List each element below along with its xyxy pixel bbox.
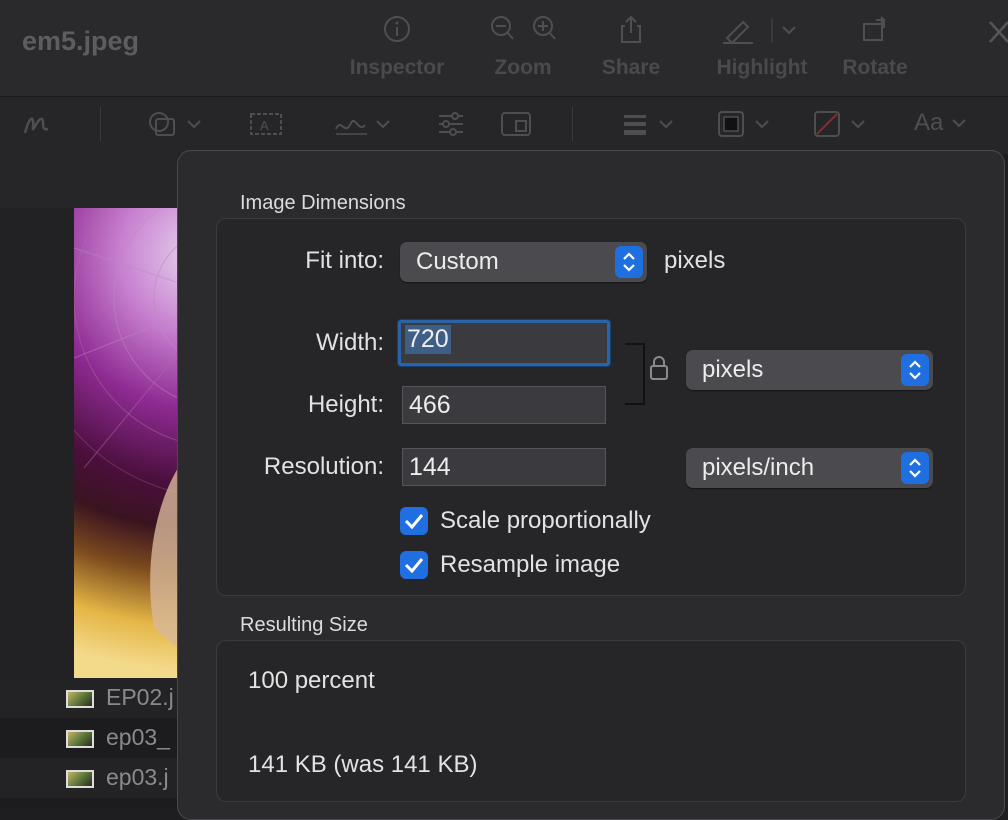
chevron-down-icon [952, 118, 966, 128]
zoom-control[interactable]: Zoom [468, 14, 578, 80]
rotate-label: Rotate [842, 56, 908, 79]
close-icon[interactable] [988, 18, 1008, 48]
height-field[interactable]: 466 [402, 386, 606, 424]
zoom-icons [491, 16, 556, 40]
adjust-color-icon[interactable] [436, 109, 466, 139]
share-icon [621, 15, 641, 43]
divider [100, 107, 101, 141]
file-thumbnail [66, 730, 94, 748]
fit-into-popup[interactable]: Custom [400, 242, 647, 282]
file-thumbnail [66, 770, 94, 788]
constrain-bracket [625, 343, 645, 405]
width-label: Width: [315, 329, 384, 356]
lock-icon[interactable] [649, 355, 669, 381]
signature-icon[interactable] [333, 109, 393, 139]
popup-stepper-icon [901, 354, 929, 386]
resolution-value: 144 [409, 453, 451, 481]
resulting-size-title: Resulting Size [240, 614, 368, 636]
preview-artwork [74, 208, 178, 648]
border-color-icon[interactable] [716, 109, 776, 139]
popup-stepper-icon [615, 246, 643, 278]
height-value: 466 [409, 391, 451, 419]
size-unit-popup[interactable]: pixels [686, 350, 933, 390]
inspector-label: Inspector [349, 56, 445, 79]
info-icon [384, 16, 410, 42]
share-label: Share [601, 56, 661, 79]
fit-into-label: Fit into: [305, 247, 384, 274]
resample-image-checkbox[interactable] [400, 551, 428, 579]
size-unit-value: pixels [702, 356, 764, 383]
divider [572, 107, 573, 141]
fill-color-icon[interactable] [812, 109, 872, 139]
rotate-button[interactable]: Rotate [820, 14, 930, 80]
width-field[interactable]: 720 [398, 320, 610, 366]
resolution-field[interactable]: 144 [402, 448, 606, 486]
result-percent: 100 percent [248, 667, 375, 694]
fit-into-value: Custom [416, 248, 499, 275]
sidebar-gutter [0, 208, 74, 678]
result-file-size: 141 KB (was 141 KB) [248, 751, 478, 778]
zoom-label: Zoom [494, 56, 552, 79]
adjust-size-icon[interactable] [500, 109, 532, 139]
text-style-label: Aa [914, 109, 944, 136]
share-button[interactable]: Share [576, 14, 686, 80]
rotate-icon [863, 16, 886, 41]
scale-proportionally-checkbox[interactable] [400, 507, 428, 535]
fit-into-unit: pixels [664, 247, 726, 274]
file-list-item[interactable]: EP02.j [0, 678, 178, 718]
checkmark-icon [404, 558, 424, 574]
text-box-icon[interactable]: A [248, 109, 284, 139]
highlighter-pen-icon [723, 18, 796, 44]
window-title: em5.jpeg [22, 26, 140, 56]
popup-stepper-icon [901, 452, 929, 484]
shapes-icon[interactable] [146, 109, 206, 139]
file-thumbnail [66, 690, 94, 708]
resolution-label: Resolution: [263, 453, 384, 480]
text-style-button[interactable]: Aa [914, 109, 968, 137]
file-list-item[interactable]: ep03_ [0, 718, 178, 758]
file-name: ep03_ [106, 724, 170, 750]
sidebar-header [0, 154, 178, 208]
scale-proportionally-label: Scale proportionally [440, 507, 651, 534]
highlight-button[interactable]: Highlight [706, 14, 818, 80]
resolution-unit-popup[interactable]: pixels/inch [686, 448, 933, 488]
file-name: EP02.j [106, 684, 174, 710]
file-list: EP02.j ep03_ ep03.j [0, 678, 178, 808]
window-toolbar: em5.jpeg Inspector Zoom Share Highlight … [0, 0, 1008, 96]
line-style-icon[interactable] [620, 109, 680, 139]
height-label: Height: [307, 391, 384, 418]
checkmark-icon [404, 514, 424, 530]
resolution-unit-value: pixels/inch [702, 454, 815, 481]
image-preview [74, 208, 178, 678]
file-name: ep03.j [106, 764, 169, 790]
highlight-label: Highlight [716, 56, 808, 79]
svg-text:A: A [260, 118, 269, 133]
markup-toolbar: A Aa [0, 96, 1008, 154]
resample-image-label: Resample image [440, 551, 621, 578]
inspector-button[interactable]: Inspector [342, 14, 452, 80]
sketch-icon[interactable] [22, 109, 52, 139]
width-value: 720 [405, 325, 451, 354]
file-list-item[interactable]: ep03.j [0, 758, 178, 798]
image-dimensions-title: Image Dimensions [240, 192, 406, 214]
